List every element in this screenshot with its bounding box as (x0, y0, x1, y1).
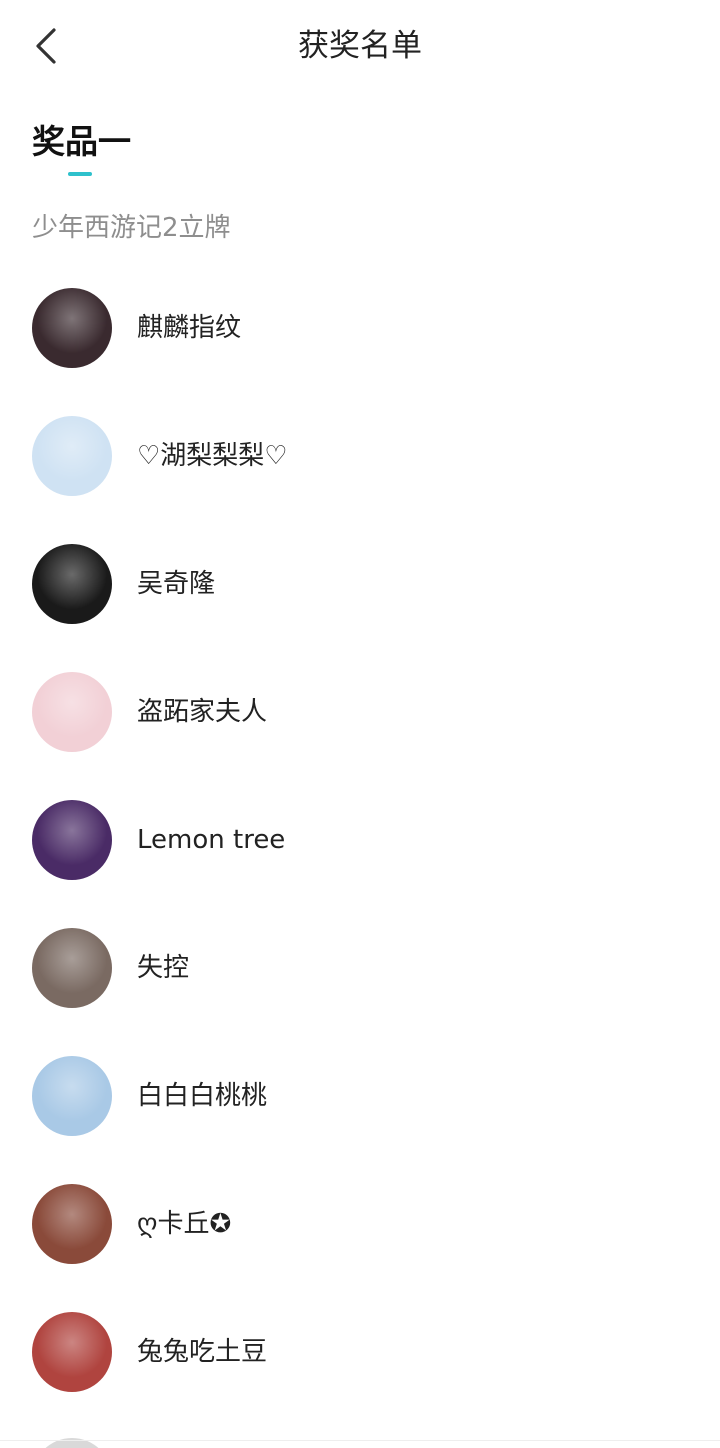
winner-row[interactable]: 盗跖家夫人 (0, 648, 720, 776)
winner-row[interactable]: ♡湖梨梨梨♡ (0, 392, 720, 520)
avatar[interactable] (32, 1184, 112, 1264)
avatar[interactable] (32, 544, 112, 624)
divider (0, 1440, 720, 1441)
winner-name: 失控 (137, 953, 190, 983)
winner-row[interactable]: 麒麟指纹 (0, 264, 720, 392)
winner-row[interactable]: 失控 (0, 904, 720, 1032)
tab-label: 奖品一 (32, 122, 131, 161)
winner-name: ♡湖梨梨梨♡ (137, 441, 288, 471)
winner-list: 麒麟指纹 ♡湖梨梨梨♡ 吴奇隆 盗跖家夫人 Lemon tree 失控 白白白桃… (0, 264, 720, 1416)
avatar[interactable] (32, 1056, 112, 1136)
winner-row[interactable]: 白白白桃桃 (0, 1032, 720, 1160)
winner-name: 兔兔吃土豆 (137, 1337, 268, 1367)
tab-prize-one[interactable]: 奖品一 (32, 120, 131, 176)
winner-name: 白白白桃桃 (137, 1081, 268, 1111)
avatar[interactable] (32, 928, 112, 1008)
avatar[interactable] (32, 672, 112, 752)
avatar[interactable] (32, 1312, 112, 1392)
winner-name: 盗跖家夫人 (137, 697, 268, 727)
avatar[interactable] (32, 416, 112, 496)
page-title: 获奖名单 (298, 28, 422, 64)
prize-name: 少年西游记2立牌 (32, 213, 231, 243)
winner-row[interactable]: Lemon tree (0, 776, 720, 904)
winner-row[interactable]: 兔兔吃土豆 (0, 1288, 720, 1416)
winner-row[interactable]: ღ卡丘✪ (0, 1160, 720, 1288)
tab-active-indicator (68, 172, 92, 176)
winner-name: 吴奇隆 (137, 569, 216, 599)
avatar[interactable] (32, 288, 112, 368)
winner-name: ღ卡丘✪ (137, 1209, 232, 1239)
header: 获奖名单 (0, 0, 720, 92)
winner-name: 麒麟指纹 (137, 313, 242, 343)
avatar[interactable] (32, 800, 112, 880)
winner-name: Lemon tree (137, 825, 286, 855)
winner-row[interactable]: 吴奇隆 (0, 520, 720, 648)
